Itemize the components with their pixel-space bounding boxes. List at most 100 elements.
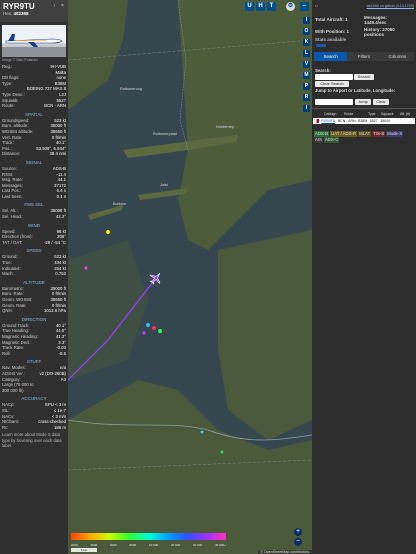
zoom-in-button[interactable]: + bbox=[294, 528, 302, 536]
info-row: Roll: -0.5 bbox=[0, 351, 68, 357]
selected-aircraft-icon[interactable] bbox=[147, 270, 164, 287]
info-value: -29 / -54 °C bbox=[43, 239, 66, 245]
info-value: 186 m bbox=[54, 424, 66, 430]
search-button[interactable]: Search bbox=[354, 74, 374, 80]
source-legend: ADS-B UAT / ADS-R MLAT TIS-B Mode-SAIS ADS-C bbox=[314, 131, 414, 143]
island bbox=[88, 205, 123, 220]
info-value: A3 bbox=[60, 376, 66, 382]
info-row: Mach: 0.752 bbox=[0, 271, 68, 277]
collapse-sidebar-icon[interactable]: ⇔ bbox=[314, 3, 319, 9]
detail-key: Reg.: bbox=[2, 64, 13, 69]
info-value: 0.1 s bbox=[56, 193, 66, 199]
info-row: Sel. Head.: 42.2° bbox=[0, 214, 68, 220]
jump-input[interactable] bbox=[315, 99, 353, 105]
info-key: Rc: bbox=[2, 424, 9, 430]
divider bbox=[312, 108, 416, 109]
with-position: With Position: 1 bbox=[315, 29, 349, 34]
aircraft-header: RYR9TU Hex: 402368 ‹ × bbox=[0, 0, 68, 22]
map-attribution[interactable]: © OpenStreetMap contributors. bbox=[258, 550, 312, 554]
land-area bbox=[178, 0, 312, 250]
detail-value: BCN - ARN bbox=[44, 103, 66, 109]
map-control-i-button[interactable]: I bbox=[303, 17, 310, 24]
legend-tick-label: 30 000 bbox=[193, 543, 203, 547]
map-control-p-button[interactable]: P bbox=[303, 83, 310, 90]
legend-tick-label: 6000 bbox=[110, 543, 117, 547]
place-label: Juist bbox=[160, 183, 169, 187]
table-header-cell[interactable]: Route bbox=[344, 112, 353, 116]
map-control-m-button[interactable]: M bbox=[303, 72, 310, 79]
hex-label: Hex: bbox=[3, 11, 13, 16]
clear-search-button[interactable]: Clear Search bbox=[315, 81, 349, 87]
map-view[interactable]: Rottumeroog Rottumerplaat Borkum Juist Norde… bbox=[68, 0, 312, 554]
hex-line: Hex: 402368 bbox=[3, 11, 29, 16]
toggle-history-button[interactable]: H bbox=[256, 2, 265, 11]
flag-icon bbox=[314, 119, 319, 123]
legend-tick-label: 8000 bbox=[129, 543, 137, 547]
altitude-legend-labels: 2000 4000 6000 8000 10 000 20 000 30 000 40 000… bbox=[71, 543, 226, 547]
search-input[interactable] bbox=[315, 74, 353, 80]
info-key: QNH: bbox=[2, 308, 13, 314]
ground-marker[interactable] bbox=[158, 329, 162, 333]
prev-aircraft-button[interactable]: ‹ bbox=[51, 3, 58, 10]
aircraft-info-panel: RYR9TU Hex: 402368 ‹ × Image © Stan Pola… bbox=[0, 0, 68, 554]
footnote: Learn more about Mode S data type by hov… bbox=[2, 432, 62, 449]
info-value: 1013.6 hPa bbox=[44, 308, 66, 314]
settings-gear-icon[interactable]: ⚙ bbox=[286, 2, 295, 11]
aircraft-photo[interactable] bbox=[2, 25, 66, 57]
table-row[interactable]: RYR9TU BCN - ARN B38M 5527 35000 bbox=[313, 118, 415, 124]
toggle-units-button[interactable]: U bbox=[245, 2, 254, 11]
hex-code[interactable]: 402368 bbox=[14, 11, 29, 16]
map-canvas[interactable]: Rottumeroog Rottumerplaat Borkum Juist Norde… bbox=[68, 0, 312, 554]
info-key: TAT / OAT: bbox=[2, 239, 23, 245]
source-chip[interactable]: AIS bbox=[314, 137, 323, 143]
github-link[interactable]: tar1090 on github (3.14.1700) bbox=[367, 4, 414, 8]
scale-bar: 5 km bbox=[71, 548, 97, 552]
map-control-i-button[interactable]: I bbox=[303, 105, 310, 112]
info-key: Distance: bbox=[2, 151, 20, 157]
history-positions: positions bbox=[364, 32, 384, 37]
expand-sidebar-icon[interactable]: ⇔ bbox=[300, 2, 309, 11]
ground-marker[interactable] bbox=[152, 326, 156, 330]
ground-marker[interactable] bbox=[142, 331, 146, 335]
source-chip[interactable]: MLAT bbox=[358, 131, 372, 137]
detail-key: Type: bbox=[2, 80, 13, 86]
info-key: Last Seen: bbox=[2, 193, 23, 199]
tidal-flat bbox=[68, 240, 148, 380]
tab-columns[interactable]: Columns bbox=[380, 52, 414, 61]
close-panel-button[interactable]: × bbox=[59, 3, 66, 10]
map-control-r-button[interactable]: R bbox=[303, 94, 310, 101]
ground-marker[interactable] bbox=[220, 450, 224, 454]
toggle-tracks-button[interactable]: T bbox=[267, 2, 276, 11]
map-control-l-button[interactable]: L bbox=[303, 50, 310, 57]
ground-marker[interactable] bbox=[146, 323, 150, 327]
source-chip[interactable]: ADS-C bbox=[323, 137, 340, 143]
table-header-cell[interactable]: Squawk bbox=[381, 112, 393, 116]
ground-marker[interactable] bbox=[106, 230, 110, 234]
table-header-cell[interactable]: Type bbox=[368, 112, 376, 116]
info-row: 300 000 lb) bbox=[0, 388, 68, 394]
place-label: Rottumeroog bbox=[120, 87, 142, 91]
ground-marker[interactable] bbox=[200, 430, 204, 434]
map-control-k-button[interactable]: K bbox=[303, 39, 310, 46]
tab-search[interactable]: Search bbox=[314, 52, 348, 61]
row-type: B38M bbox=[358, 119, 368, 123]
ground-marker[interactable] bbox=[84, 266, 88, 270]
jump-button[interactable]: Jump bbox=[355, 99, 371, 105]
total-aircraft: Total Aircraft: 1 bbox=[315, 17, 348, 22]
clear-jump-button[interactable]: Clear bbox=[373, 99, 389, 105]
map-control-v-button[interactable]: V bbox=[303, 61, 310, 68]
info-value: -0.5 bbox=[58, 350, 66, 356]
map-control-o-button[interactable]: O bbox=[303, 28, 310, 35]
info-key: Roll: bbox=[2, 350, 11, 356]
land-area bbox=[218, 230, 312, 440]
row-callsign: RYR9TU bbox=[321, 119, 336, 123]
altitude-color-legend bbox=[71, 533, 226, 540]
source-chip[interactable]: TIS-B bbox=[372, 131, 386, 137]
tab-filters[interactable]: Filters bbox=[347, 52, 381, 61]
table-header-cell[interactable]: Callsign bbox=[324, 112, 336, 116]
detail-row: Route: BCN - ARN bbox=[0, 103, 68, 109]
source-chip[interactable]: Mode-S bbox=[386, 131, 404, 137]
zoom-out-button[interactable]: − bbox=[294, 538, 302, 546]
sidebar-tabs: Search Filters Columns bbox=[314, 52, 414, 61]
table-header-cell[interactable]: Alt. (ft) bbox=[400, 112, 410, 116]
